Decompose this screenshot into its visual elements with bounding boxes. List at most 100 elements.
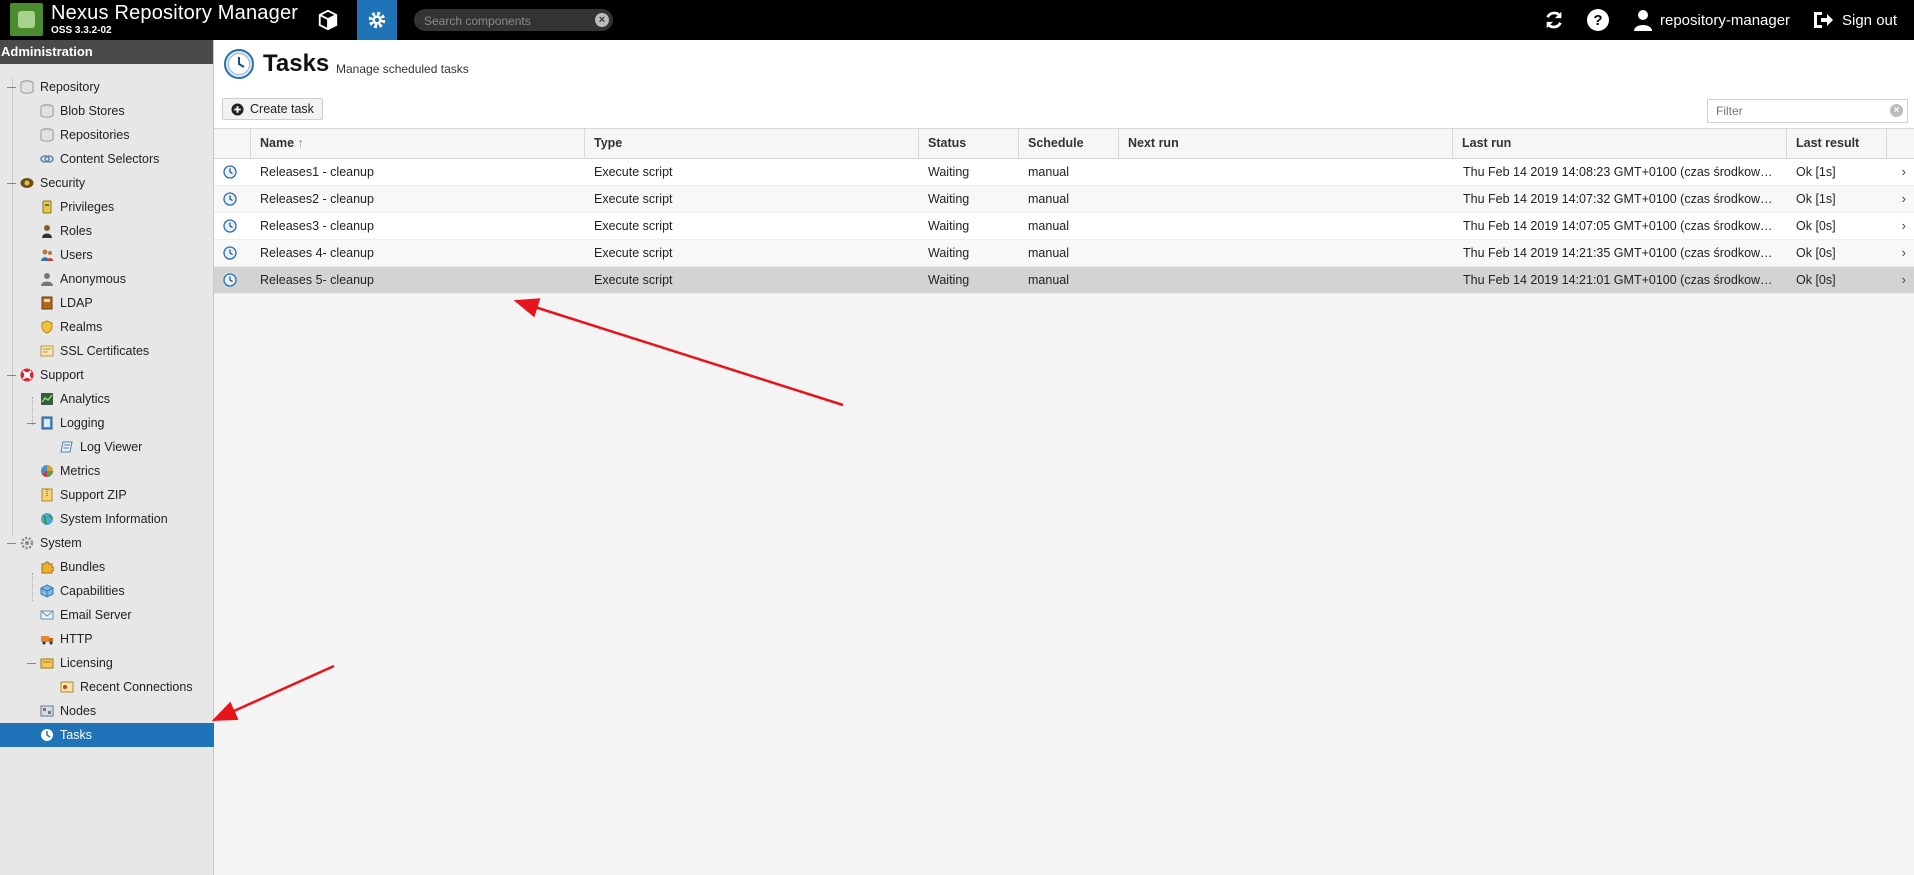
clock-icon [223, 246, 237, 260]
cell-name: Releases2 - cleanup [260, 192, 374, 206]
database-icon [40, 104, 54, 118]
column-header-last-result[interactable]: Last result [1787, 129, 1887, 158]
filter-input[interactable] [1714, 103, 1888, 119]
chevron-right-icon: › [1901, 164, 1906, 179]
chevron-right-icon: › [1901, 245, 1906, 260]
link-icon [40, 155, 54, 163]
user-icon [1634, 10, 1652, 31]
refresh-icon [1546, 11, 1562, 29]
cell-type: Execute script [594, 165, 673, 179]
column-header-last-run[interactable]: Last run [1453, 129, 1787, 158]
license-icon [40, 658, 54, 669]
clock-icon [223, 192, 237, 206]
gear-icon [368, 11, 386, 29]
cell-last-run: Thu Feb 14 2019 14:21:35 GMT+0100 (czas … [1463, 246, 1776, 260]
cell-last-run: Thu Feb 14 2019 14:08:23 GMT+0100 (czas … [1463, 165, 1776, 179]
column-header-schedule[interactable]: Schedule [1019, 129, 1119, 158]
filter-box: × [1707, 99, 1908, 123]
chevron-right-icon: › [1901, 218, 1906, 233]
search-input[interactable] [422, 11, 591, 31]
role-icon [42, 225, 52, 238]
cell-status: Waiting [928, 165, 970, 179]
cell-last-result: Ok [1s] [1796, 192, 1836, 206]
clear-filter-icon[interactable]: × [1890, 104, 1903, 117]
cell-schedule: manual [1028, 165, 1069, 179]
connections-icon [60, 681, 74, 693]
sidebar-item-repository[interactable]: Repository [0, 75, 233, 99]
nodes-icon [40, 705, 54, 717]
page-title: Tasks [263, 50, 330, 77]
browse-button[interactable] [310, 2, 346, 38]
cell-schedule: manual [1028, 273, 1069, 287]
clock-icon [223, 165, 237, 179]
help-icon: ? [1587, 9, 1609, 31]
cell-schedule: manual [1028, 192, 1069, 206]
administration-button[interactable] [357, 0, 397, 40]
grid-header: Name ↑ Type Status Schedule Next run Las… [214, 128, 1914, 159]
cell-next-run [1119, 213, 1453, 239]
cell-status: Waiting [928, 246, 970, 260]
cell-schedule: manual [1028, 219, 1069, 233]
page-subtitle: Manage scheduled tasks [336, 62, 469, 76]
users-icon [41, 249, 53, 261]
cell-schedule: manual [1028, 246, 1069, 260]
certificate-icon [40, 345, 54, 357]
anonymous-user-icon [41, 273, 53, 286]
table-row[interactable]: Releases3 - cleanup Execute script Waiti… [214, 213, 1914, 240]
database-icon [40, 128, 54, 142]
table-row[interactable]: Releases1 - cleanup Execute script Waiti… [214, 159, 1914, 186]
pie-chart-icon [41, 465, 53, 477]
column-header-icon [214, 129, 251, 158]
cell-last-run: Thu Feb 14 2019 14:07:32 GMT+0100 (czas … [1463, 192, 1776, 206]
user-menu[interactable]: repository-manager [1633, 7, 1790, 33]
cell-next-run [1119, 267, 1453, 293]
column-header-status[interactable]: Status [919, 129, 1019, 158]
table-row[interactable]: Releases2 - cleanup Execute script Waiti… [214, 186, 1914, 213]
cell-status: Waiting [928, 219, 970, 233]
clock-icon [223, 219, 237, 233]
grid-toolbar: Create task × [214, 90, 1914, 128]
top-bar: Nexus Repository Manager OSS 3.3.2-02 × … [0, 0, 1914, 40]
puzzle-icon [41, 561, 54, 574]
main-panel: Tasks Manage scheduled tasks Create task… [214, 40, 1914, 875]
nexus-logo [10, 3, 43, 36]
table-row[interactable]: Releases 4- cleanup Execute script Waiti… [214, 240, 1914, 267]
create-task-label: Create task [250, 102, 314, 116]
sidebar-item-security[interactable]: Security [0, 171, 233, 195]
scroll-icon [60, 441, 73, 453]
cell-status: Waiting [928, 192, 970, 206]
cell-last-result: Ok [0s] [1796, 219, 1836, 233]
plus-circle-icon [231, 102, 244, 116]
search-box: × [414, 9, 613, 31]
address-book-icon [41, 296, 53, 310]
admin-sidebar: Administration Repository Blob Stores Re… [0, 40, 253, 875]
envelope-icon [40, 610, 54, 620]
sidebar-item-system[interactable]: System [0, 531, 233, 555]
help-button[interactable]: ? [1585, 7, 1611, 33]
refresh-button[interactable] [1541, 7, 1567, 33]
clock-icon [224, 49, 254, 79]
sign-out-icon [1814, 12, 1833, 28]
zip-icon [41, 488, 53, 502]
clear-search-icon[interactable]: × [595, 13, 609, 27]
column-header-name[interactable]: Name ↑ [251, 129, 585, 158]
chart-icon [41, 393, 53, 405]
column-header-next-run[interactable]: Next run [1119, 129, 1453, 158]
badge-icon [20, 178, 34, 188]
cell-type: Execute script [594, 219, 673, 233]
table-row-selected[interactable]: Releases 5- cleanup Execute script Waiti… [214, 267, 1914, 294]
globe-icon [41, 513, 53, 525]
truck-icon [41, 636, 53, 645]
column-header-type[interactable]: Type [585, 129, 919, 158]
cell-name: Releases1 - cleanup [260, 165, 374, 179]
privilege-icon [42, 200, 52, 214]
signout-button[interactable]: Sign out [1812, 7, 1897, 33]
cell-last-result: Ok [0s] [1796, 246, 1836, 260]
sidebar-item-support[interactable]: Support [0, 363, 233, 387]
chevron-right-icon: › [1901, 272, 1906, 287]
cell-name: Releases 5- cleanup [260, 273, 374, 287]
app-title: Nexus Repository Manager [51, 2, 299, 24]
clock-icon [223, 273, 237, 287]
tasks-grid: Name ↑ Type Status Schedule Next run Las… [214, 128, 1914, 294]
create-task-button[interactable]: Create task [222, 98, 323, 120]
